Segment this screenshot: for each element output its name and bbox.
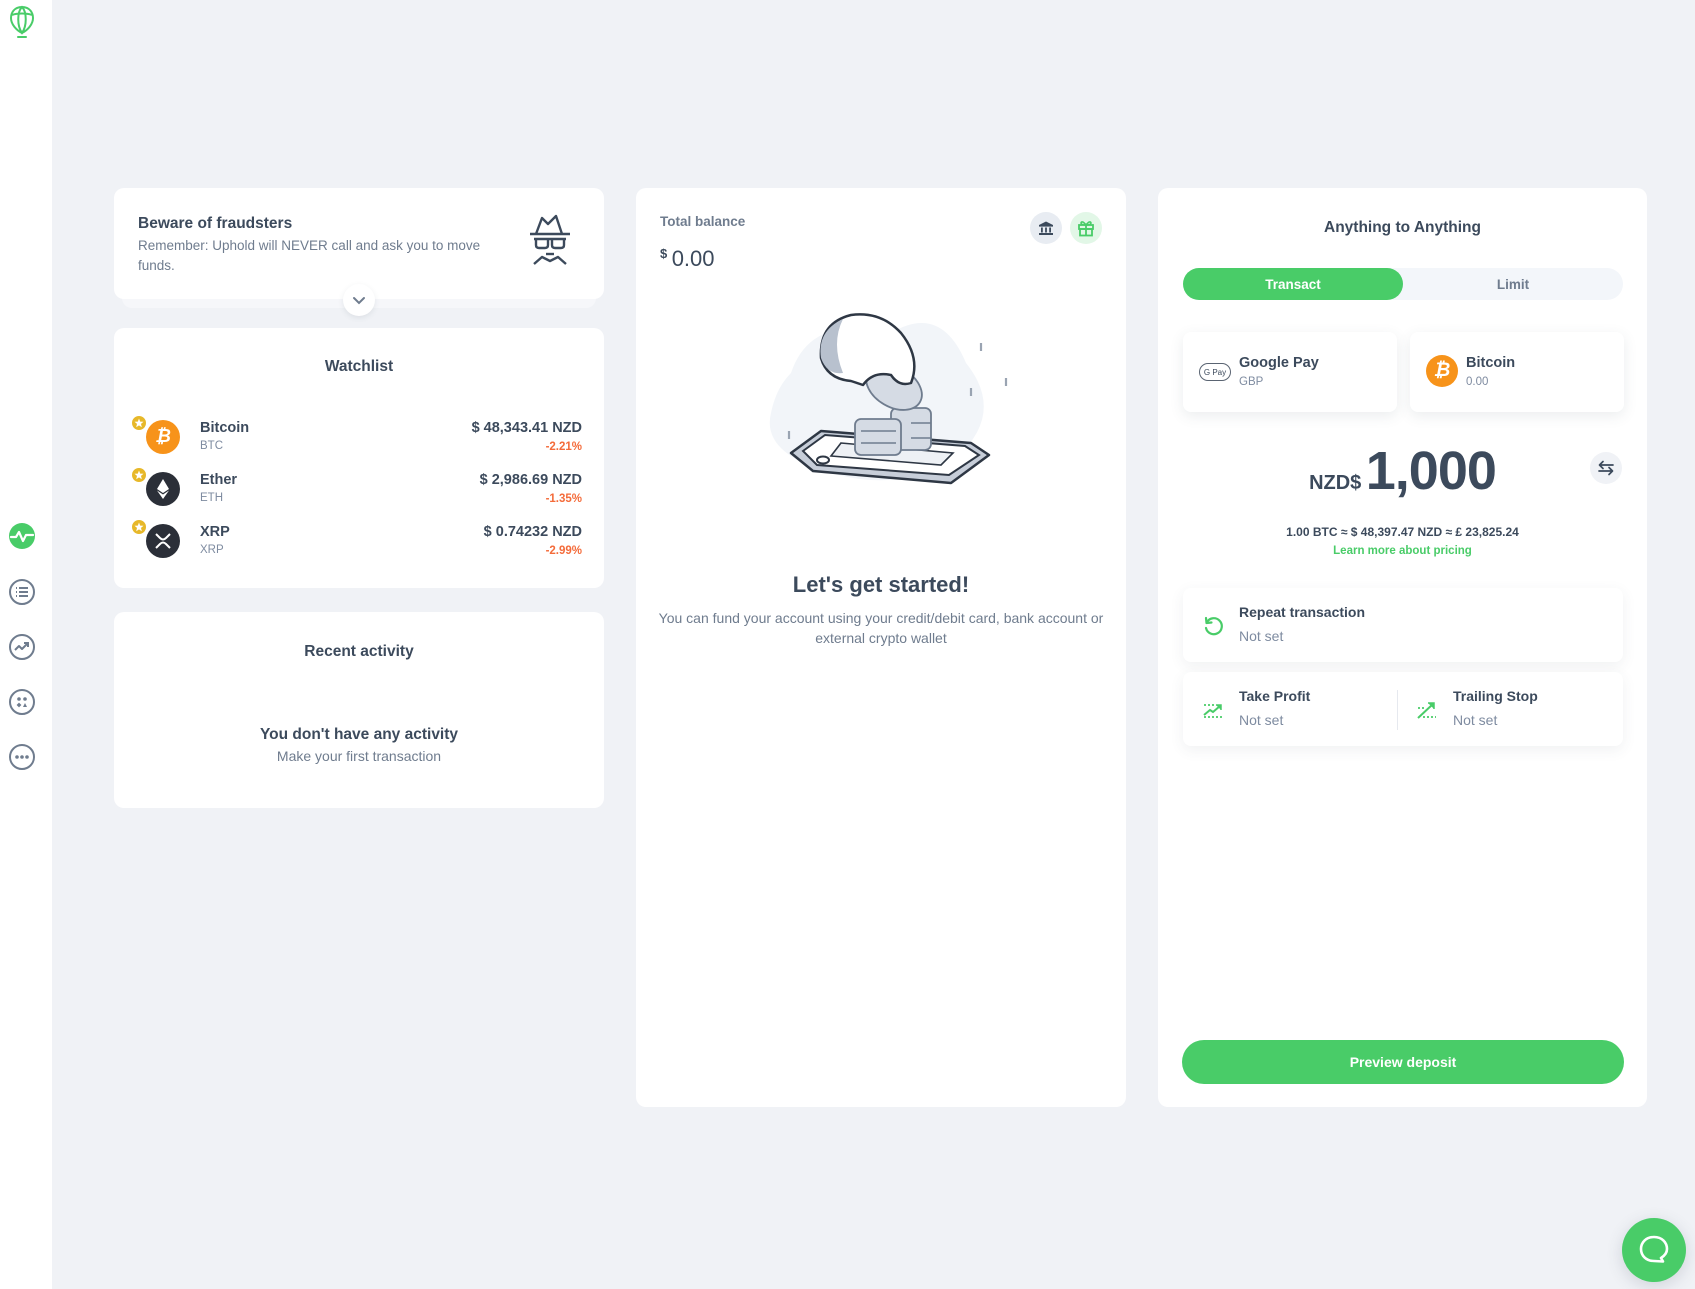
asset-change: -2.21% — [545, 441, 582, 453]
sidebar-item-products[interactable] — [8, 688, 36, 716]
take-profit-icon — [1203, 704, 1222, 718]
bank-button[interactable] — [1030, 212, 1062, 244]
star-icon[interactable] — [130, 414, 148, 432]
bitcoin-logo-icon: ₿ — [146, 420, 180, 454]
watchlist-title: Watchlist — [324, 358, 394, 375]
chat-bubble-icon — [1639, 1235, 1669, 1263]
amount-input[interactable]: NZD$ 1,000 — [1158, 440, 1647, 502]
trailing-stop-value: Not set — [1453, 712, 1498, 728]
swap-currency-button[interactable] — [1590, 452, 1622, 484]
repeat-title: Repeat transaction — [1239, 604, 1366, 620]
fraud-alert-text: Remember: Uphold will NEVER call and ask… — [138, 238, 481, 273]
to-selector[interactable]: ₿ Bitcoin 0.00 — [1410, 332, 1624, 412]
star-icon[interactable] — [130, 466, 148, 484]
asset-name: Bitcoin — [200, 420, 250, 436]
more-icon — [9, 744, 35, 770]
sidebar — [0, 0, 52, 1289]
transact-title: Anything to Anything — [1324, 219, 1481, 236]
gift-button[interactable] — [1070, 212, 1102, 244]
to-balance: 0.00 — [1466, 376, 1489, 388]
ether-logo-icon — [146, 472, 180, 506]
deposit-illustration — [751, 303, 1011, 503]
trending-up-icon — [9, 634, 35, 660]
total-balance-amount: $ 0.00 — [660, 246, 715, 272]
trailing-stop-title: Trailing Stop — [1453, 688, 1538, 704]
total-balance-label: Total balance — [660, 214, 746, 229]
chat-button[interactable] — [1622, 1218, 1686, 1282]
amount-currency: NZD$ — [1309, 472, 1362, 494]
bitcoin-logo-icon: ₿ — [1426, 355, 1458, 387]
watchlist-card: Watchlist ₿ Bitcoin BTC $ 48,343.41 NZD … — [114, 328, 604, 588]
transact-card: Anything to Anything Transact Limit G Pa… — [1158, 188, 1647, 1107]
list-icon — [9, 579, 35, 605]
google-pay-icon: G Pay — [1199, 363, 1231, 381]
asset-change: -2.99% — [545, 545, 582, 557]
watchlist-item[interactable]: ₿ Bitcoin BTC $ 48,343.41 NZD -2.21% — [130, 414, 582, 460]
trailing-stop-icon — [1417, 702, 1436, 719]
balance-value: 0.00 — [671, 246, 715, 271]
pricing-link[interactable]: Learn more about pricing — [1158, 545, 1647, 557]
sidebar-item-more[interactable] — [8, 743, 36, 771]
star-icon[interactable] — [130, 518, 148, 536]
incognito-icon — [528, 212, 572, 268]
expand-alerts-button[interactable] — [343, 284, 375, 316]
to-name: Bitcoin — [1466, 355, 1516, 371]
asset-name: XRP — [200, 524, 230, 540]
recent-activity-card: Recent activity You don't have any activ… — [114, 612, 604, 808]
asset-symbol: ETH — [200, 492, 223, 504]
amount-value: 1,000 — [1365, 441, 1497, 501]
tab-transact[interactable]: Transact — [1183, 268, 1403, 300]
from-name: Google Pay — [1239, 355, 1319, 371]
balance-currency: $ — [660, 246, 668, 261]
sidebar-item-transactions[interactable] — [8, 578, 36, 606]
fraud-alert-card: Beware of fraudsters Remember: Uphold wi… — [114, 188, 604, 299]
swap-arrows-icon — [1598, 460, 1614, 476]
empty-state-subtitle: Make your first transaction — [276, 748, 442, 764]
watchlist-item[interactable]: XRP XRP $ 0.74232 NZD -2.99% — [130, 518, 582, 564]
get-started-description: You can fund your account using your cre… — [658, 610, 1104, 646]
take-profit-value: Not set — [1239, 712, 1284, 728]
asset-name: Ether — [200, 472, 238, 488]
uphold-logo-icon[interactable] — [8, 4, 36, 40]
take-profit-option[interactable]: Take Profit Not set — [1183, 672, 1397, 746]
asset-symbol: XRP — [200, 544, 224, 556]
empty-state-title: You don't have any activity — [259, 726, 459, 743]
sidebar-item-markets[interactable] — [8, 633, 36, 661]
repeat-value: Not set — [1239, 628, 1284, 644]
transact-mode-toggle: Transact Limit — [1183, 268, 1623, 300]
bank-icon — [1039, 221, 1053, 235]
sidebar-item-activity[interactable] — [8, 522, 36, 550]
from-currency: GBP — [1239, 376, 1264, 388]
tab-limit[interactable]: Limit — [1403, 268, 1623, 300]
asset-symbol: BTC — [200, 440, 223, 452]
repeat-icon — [1204, 616, 1223, 636]
apps-icon — [9, 689, 35, 715]
exchange-rate: 1.00 BTC ≈ $ 48,397.47 NZD ≈ £ 23,825.24 — [1286, 525, 1519, 539]
xrp-logo-icon — [146, 524, 180, 558]
balance-card: Total balance $ 0.00 Let's get started! … — [636, 188, 1126, 1107]
take-profit-title: Take Profit — [1239, 688, 1311, 704]
get-started-title: Let's get started! — [792, 572, 970, 597]
asset-price: $ 48,343.41 NZD — [471, 420, 582, 436]
from-selector[interactable]: G Pay Google Pay GBP — [1183, 332, 1397, 412]
asset-price: $ 2,986.69 NZD — [479, 472, 582, 488]
recent-activity-title: Recent activity — [304, 643, 414, 660]
watchlist-item[interactable]: Ether ETH $ 2,986.69 NZD -1.35% — [130, 466, 582, 512]
chevron-down-icon — [353, 296, 365, 304]
order-options: Take Profit Not set Trailing Stop Not se… — [1183, 672, 1623, 746]
trailing-stop-option[interactable]: Trailing Stop Not set — [1397, 672, 1611, 746]
gift-icon — [1078, 221, 1094, 237]
repeat-transaction-option[interactable]: Repeat transaction Not set — [1183, 588, 1623, 662]
fraud-alert-title: Beware of fraudsters — [138, 215, 293, 232]
asset-price: $ 0.74232 NZD — [483, 524, 582, 540]
pulse-icon — [9, 523, 35, 549]
preview-deposit-button[interactable]: Preview deposit — [1182, 1040, 1624, 1084]
asset-change: -1.35% — [545, 493, 582, 505]
